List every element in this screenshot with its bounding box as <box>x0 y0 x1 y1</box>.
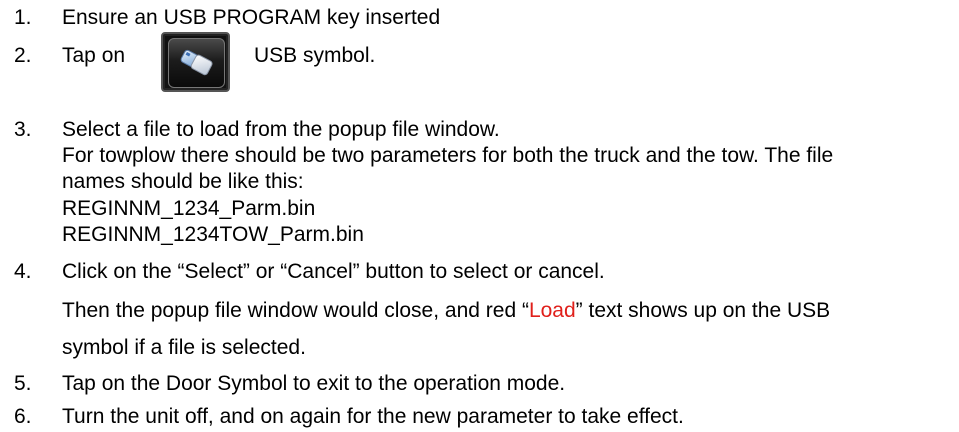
detail-prefix: Then the popup file window would close, … <box>62 299 529 322</box>
step-text: Tap on the Door Symbol to exit to the op… <box>62 372 566 395</box>
step-detail: names should be like this: <box>62 170 304 193</box>
step-detail: Then the popup file window would close, … <box>62 299 830 323</box>
step-text: Click on the “Select” or “Cancel” button… <box>62 260 605 283</box>
step-number: 4. <box>14 260 32 283</box>
step-text: Ensure an USB PROGRAM key inserted <box>62 6 441 29</box>
usb-drive-icon <box>180 49 213 76</box>
step-text: Turn the unit off, and on again for the … <box>62 405 684 428</box>
load-highlight: Load <box>528 299 576 322</box>
usb-button[interactable] <box>161 32 230 92</box>
detail-suffix: ” text shows up on the USB <box>575 299 831 322</box>
filename-tow: REGINNM_1234TOW_Parm.bin <box>62 223 364 246</box>
step-detail: For towplow there should be two paramete… <box>62 144 834 167</box>
step-number: 1. <box>14 6 32 29</box>
step-text: Select a file to load from the popup fil… <box>62 118 500 141</box>
step-detail: symbol if a file is selected. <box>62 336 306 359</box>
filename-truck: REGINNM_1234_Parm.bin <box>62 197 316 220</box>
step-number: 3. <box>14 118 32 141</box>
step-number: 2. <box>14 44 32 67</box>
step-number: 6. <box>14 405 32 428</box>
step-text: Tap on <box>62 44 126 67</box>
step-number: 5. <box>14 372 32 395</box>
step-text-suffix: USB symbol. <box>254 44 376 67</box>
